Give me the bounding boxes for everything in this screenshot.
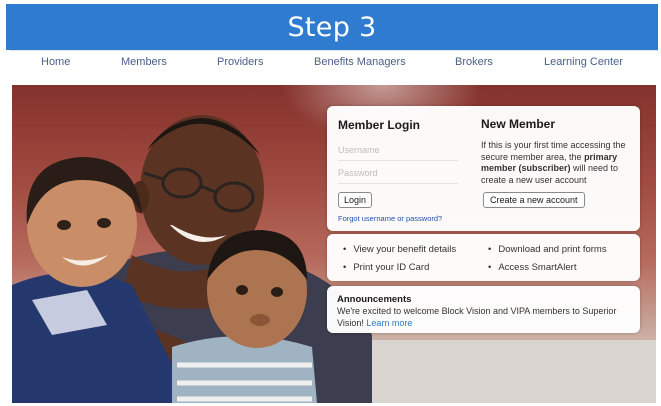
step-title: Step 3 (287, 11, 377, 43)
nav-members[interactable]: Members (121, 56, 167, 68)
username-underline (338, 160, 458, 161)
download-forms-link[interactable]: • Download and print forms (488, 244, 607, 255)
print-id-card-label: Print your ID Card (353, 262, 430, 273)
nav-learning-center[interactable]: Learning Center (544, 56, 623, 68)
nav-benefits-managers[interactable]: Benefits Managers (314, 56, 406, 68)
view-benefits-link[interactable]: • View your benefit details (343, 244, 456, 255)
main-nav: Home Members Providers Benefits Managers… (10, 50, 658, 76)
username-input[interactable] (338, 142, 458, 158)
nav-providers[interactable]: Providers (217, 56, 263, 68)
bullet: • (488, 244, 492, 255)
hero-section: Member Login Login Forgot username or pa… (12, 85, 656, 403)
login-button[interactable]: Login (338, 192, 373, 208)
print-id-card-link[interactable]: • Print your ID Card (343, 262, 429, 273)
bullet: • (343, 262, 347, 273)
smartalert-label: Access SmartAlert (498, 262, 577, 273)
password-input[interactable] (338, 165, 458, 181)
announcement-text: We're excited to welcome Block Vision an… (337, 306, 633, 329)
nav-home[interactable]: Home (41, 56, 70, 68)
login-card: Member Login Login Forgot username or pa… (327, 106, 640, 231)
download-forms-label: Download and print forms (498, 244, 607, 255)
smartalert-link[interactable]: • Access SmartAlert (488, 262, 576, 273)
new-member-description: If this is your first time accessing the… (481, 140, 636, 186)
learn-more-link[interactable]: Learn more (366, 318, 412, 328)
create-account-button[interactable]: Create a new account (483, 192, 585, 208)
nav-brokers[interactable]: Brokers (455, 56, 493, 68)
member-login-title: Member Login (338, 118, 421, 132)
announcements-title: Announcements (337, 294, 412, 305)
quick-links-card: • View your benefit details • Download and… (327, 234, 640, 281)
view-benefits-label: View your benefit details (353, 244, 457, 255)
new-member-title: New Member (481, 117, 556, 131)
password-underline (338, 183, 458, 184)
bullet: • (343, 244, 347, 255)
announcements-card: Announcements We're excited to welcome B… (327, 286, 640, 333)
forgot-credentials-link[interactable]: Forgot username or password? (338, 214, 442, 223)
step-banner: Step 3 (6, 4, 658, 50)
bullet: • (488, 262, 492, 273)
